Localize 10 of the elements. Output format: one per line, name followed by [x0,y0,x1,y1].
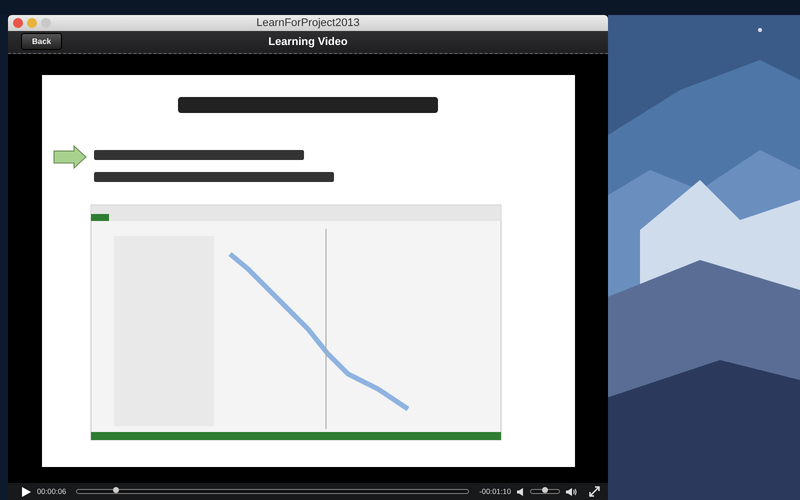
back-button[interactable]: Back [21,33,62,50]
fullscreen-icon[interactable] [589,486,600,497]
speaker-loud-icon[interactable] [566,488,577,496]
close-icon[interactable] [13,18,23,28]
volume-slider[interactable] [530,489,560,494]
window-title: LearnForProject2013 [256,17,360,29]
play-icon[interactable] [22,486,31,496]
progress-slider[interactable] [76,489,470,494]
speaker-icon[interactable] [517,488,524,496]
screen-title: Learning Video [268,36,348,48]
